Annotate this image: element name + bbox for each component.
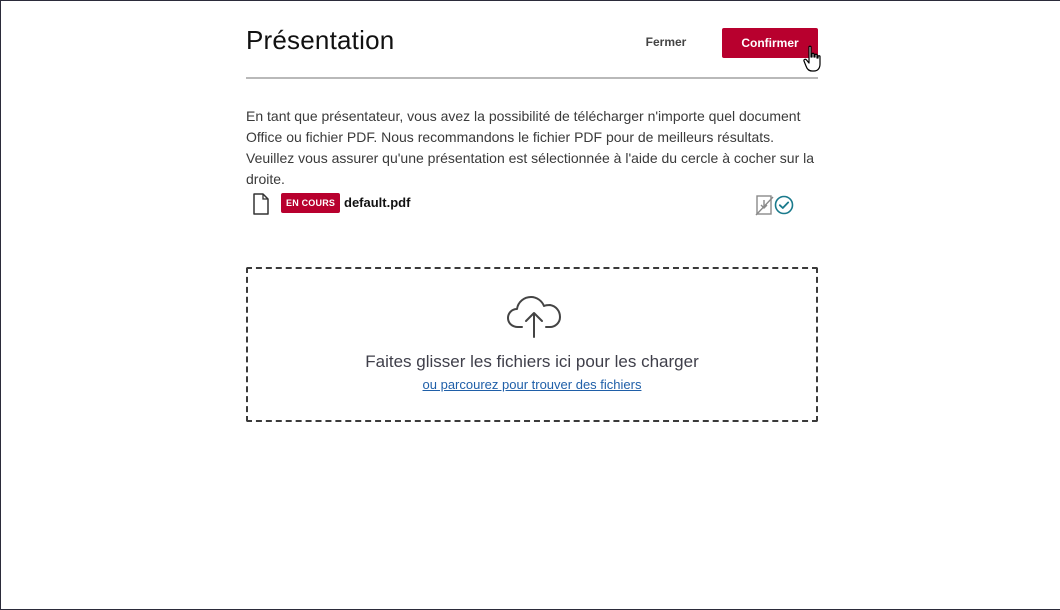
- confirm-button[interactable]: Confirmer: [722, 28, 818, 58]
- page-title: Présentation: [246, 25, 395, 55]
- presentation-modal: Présentation Fermer Confirmer En tant qu…: [246, 1, 821, 422]
- close-button[interactable]: Fermer: [630, 27, 702, 57]
- download-disabled-icon[interactable]: [755, 194, 775, 216]
- modal-header: Présentation Fermer Confirmer: [246, 1, 821, 79]
- browse-files-link[interactable]: ou parcourez pour trouver des fichiers: [248, 377, 816, 392]
- presentation-description: En tant que présentateur, vous avez la p…: [246, 108, 815, 187]
- check-circle-icon[interactable]: [774, 195, 794, 215]
- file-icon: [253, 193, 269, 215]
- file-name: default.pdf: [344, 195, 411, 210]
- file-dropzone[interactable]: Faites glisser les fichiers ici pour les…: [246, 267, 818, 422]
- page-frame: Présentation Fermer Confirmer En tant qu…: [0, 0, 1060, 610]
- file-row: EN COURS default.pdf: [246, 191, 818, 219]
- cloud-upload-icon: [507, 296, 561, 338]
- dropzone-text: Faites glisser les fichiers ici pour les…: [365, 352, 699, 371]
- status-badge: EN COURS: [281, 193, 341, 213]
